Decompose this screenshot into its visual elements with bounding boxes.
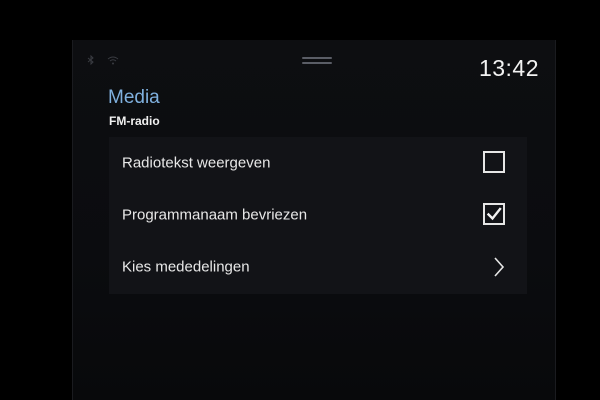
page-title: Media [108,87,160,108]
status-bar: 13:42 [73,40,555,84]
clock: 13:42 [478,55,539,81]
settings-list: Radiotekst weergeven Programmanaam bevri… [109,137,527,294]
chevron-right-icon [494,257,505,277]
setting-row-radiotext[interactable]: Radiotekst weergeven [109,137,527,189]
page-subtitle: FM-radio [109,114,160,128]
checkmark-icon [486,207,502,221]
radiotext-checkbox[interactable] [483,151,505,173]
infotainment-screen: 13:42 Media FM-radio Radiotekst weergeve… [72,40,556,400]
freeze-program-name-checkbox[interactable] [483,203,505,225]
bluetooth-icon [87,52,97,66]
setting-label: Kies mededelingen [122,258,250,276]
setting-label: Programmanaam bevriezen [122,206,308,224]
setting-row-announcements[interactable]: Kies mededelingen [109,241,527,293]
setting-row-freeze-program-name[interactable]: Programmanaam bevriezen [109,189,527,241]
drag-handle-icon[interactable] [302,57,332,65]
wifi-icon [107,52,119,65]
setting-label: Radiotekst weergeven [122,154,271,172]
